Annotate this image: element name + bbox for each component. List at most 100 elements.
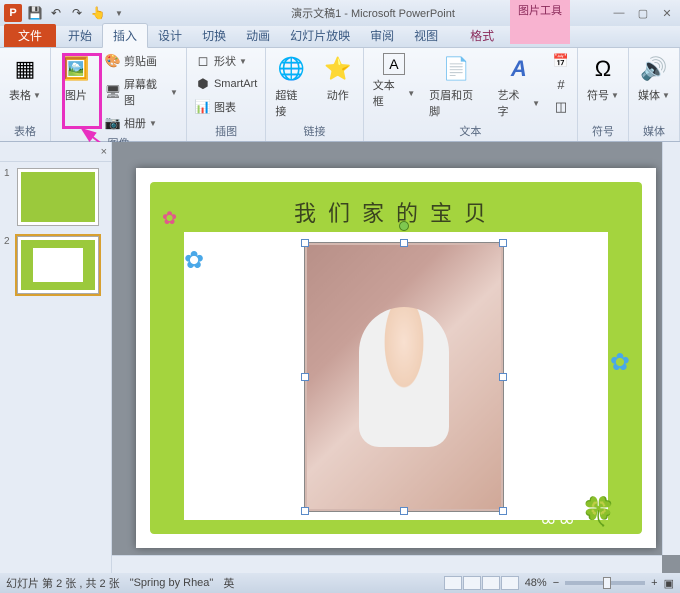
tab-slideshow[interactable]: 幻灯片放映 [280,24,360,47]
group-text: A 文本框▼ 📄 页眉和页脚 A 艺术字▼ 📅 # ◫ 文本 [364,48,578,141]
group-links: 🌐 超链接 ⭐ 动作 链接 [266,48,363,141]
window-controls: — ▢ ✕ [610,4,676,22]
tab-format-context[interactable]: 格式 [460,24,504,47]
group-symbols-label: 符号 [582,122,624,141]
close-button[interactable]: ✕ [658,4,676,22]
symbol-icon: Ω [587,53,619,85]
wordart-icon: A [503,53,535,85]
table-label: 表格 [9,87,31,103]
view-buttons [444,576,519,590]
wordart-label: 艺术字 [498,87,531,119]
zoom-out-button[interactable]: − [553,577,559,589]
zoom-in-button[interactable]: + [651,577,657,589]
thumb-num: 2 [4,236,14,294]
slide-canvas[interactable]: 我们家的宝贝 ✿ ✿ ✿ 🍀 ❀❀ [136,168,656,548]
hyperlink-button[interactable]: 🌐 超链接 [270,50,312,122]
group-links-label: 链接 [270,122,358,141]
tab-animations[interactable]: 动画 [236,24,280,47]
group-illustrations: ◻形状▼ ⬢SmartArt 📊图表 插图 [187,48,266,141]
undo-icon[interactable]: ↶ [47,4,65,22]
headerfooter-button[interactable]: 📄 页眉和页脚 [424,50,488,122]
tab-home[interactable]: 开始 [58,24,102,47]
normal-view-button[interactable] [444,576,462,590]
resize-handle[interactable] [499,507,507,515]
resize-handle[interactable] [400,239,408,247]
deco-bird-icon: ✿ [162,208,177,229]
group-symbols: Ω 符号▼ 符号 [578,48,629,141]
slide-title[interactable]: 我们家的宝贝 [136,196,656,228]
resize-handle[interactable] [301,373,309,381]
redo-icon[interactable]: ↷ [68,4,86,22]
action-button[interactable]: ⭐ 动作 [317,50,359,106]
context-tool-label: 图片工具 [518,2,562,18]
chart-icon: 📊 [195,99,211,115]
inserted-picture[interactable] [304,242,504,512]
group-media-label: 媒体 [633,122,675,141]
tab-transitions[interactable]: 切换 [192,24,236,47]
hyperlink-icon: 🌐 [276,53,308,85]
date-button[interactable]: 📅 [549,50,573,72]
language-indicator[interactable]: 英 [223,575,234,591]
qat-dropdown-icon[interactable]: ▼ [110,4,128,22]
media-button[interactable]: 🔊 媒体▼ [633,50,675,106]
qat-more-icon[interactable]: 👆 [89,4,107,22]
slideshow-view-button[interactable] [501,576,519,590]
slide-editor[interactable]: 我们家的宝贝 ✿ ✿ ✿ 🍀 ❀❀ [112,142,680,573]
slide-thumb-2[interactable]: 2 [4,236,107,294]
clipart-button[interactable]: 🎨剪贴画 [101,50,182,72]
zoom-slider[interactable] [565,581,645,585]
resize-handle[interactable] [499,239,507,247]
resize-handle[interactable] [301,507,309,515]
album-label: 相册 [124,115,146,131]
zoom-level[interactable]: 48% [525,577,547,589]
ribbon-tabs: 文件 开始 插入 设计 切换 动画 幻灯片放映 审阅 视图 格式 [0,26,680,48]
rotate-handle[interactable] [399,221,409,231]
status-bar: 幻灯片 第 2 张 , 共 2 张 "Spring by Rhea" 英 48%… [0,573,680,593]
wordart-button[interactable]: A 艺术字▼ [493,50,545,122]
reading-view-button[interactable] [482,576,500,590]
zoom-thumb[interactable] [603,577,611,589]
tab-review[interactable]: 审阅 [360,24,404,47]
screenshot-button[interactable]: 🖥屏幕截图▼ [101,73,182,111]
workspace: × 1 2 我们家的宝贝 ✿ ✿ ✿ 🍀 ❀❀ [0,142,680,573]
scrollbar-horizontal[interactable] [112,555,662,573]
slides-panel: × 1 2 [0,142,112,573]
shapes-button[interactable]: ◻形状▼ [191,50,261,72]
resize-handle[interactable] [499,373,507,381]
save-icon[interactable]: 💾 [26,4,44,22]
tab-insert[interactable]: 插入 [102,23,148,48]
scrollbar-vertical[interactable] [662,142,680,555]
fit-button[interactable]: ▣ [664,577,674,590]
textbox-button[interactable]: A 文本框▼ [368,50,420,112]
media-label: 媒体 [638,87,660,103]
tab-design[interactable]: 设计 [148,24,192,47]
resize-handle[interactable] [301,239,309,247]
slidenum-button[interactable]: # [549,73,573,95]
chart-button[interactable]: 📊图表 [191,96,261,118]
group-tables-label: 表格 [4,122,46,141]
group-images: 🖼️ 图片 🎨剪贴画 🖥屏幕截图▼ 📷相册▼ 图像 [51,48,187,141]
album-icon: 📷 [105,115,121,131]
picture-button[interactable]: 🖼️ 图片 [55,50,97,106]
slide-info: 幻灯片 第 2 张 , 共 2 张 [6,575,120,591]
tab-view[interactable]: 视图 [404,24,448,47]
object-icon: ◫ [553,99,569,115]
maximize-button[interactable]: ▢ [634,4,652,22]
symbol-button[interactable]: Ω 符号▼ [582,50,624,106]
table-button[interactable]: ▦ 表格▼ [4,50,46,106]
quick-access-toolbar: 💾 ↶ ↷ 👆 ▼ [26,4,128,22]
object-button[interactable]: ◫ [549,96,573,118]
group-media: 🔊 媒体▼ 媒体 [629,48,680,141]
slide-thumb-1[interactable]: 1 [4,168,107,226]
textbox-label: 文本框 [373,77,406,109]
smartart-button[interactable]: ⬢SmartArt [191,73,261,95]
minimize-button[interactable]: — [610,4,628,22]
slidenum-icon: # [553,76,569,92]
resize-handle[interactable] [400,507,408,515]
deco-clover-icon: 🍀 [581,495,616,528]
panel-close-button[interactable]: × [101,146,107,158]
album-button[interactable]: 📷相册▼ [101,112,182,134]
sorter-view-button[interactable] [463,576,481,590]
file-tab[interactable]: 文件 [4,24,56,47]
group-tables: ▦ 表格▼ 表格 [0,48,51,141]
